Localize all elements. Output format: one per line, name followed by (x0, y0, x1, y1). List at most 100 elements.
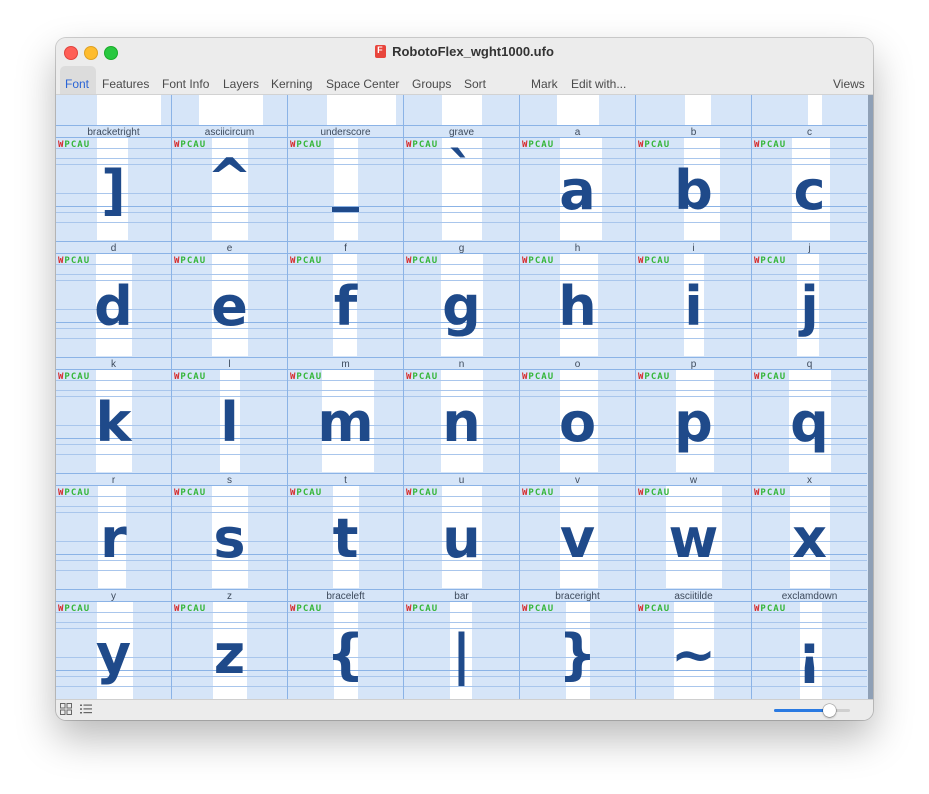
tab-space-center[interactable]: Space Center (326, 77, 399, 91)
glyph-cell-z[interactable]: z WPCAU z (172, 589, 287, 700)
mark-button[interactable]: Mark (531, 77, 558, 91)
glyph-preview-area: WPCAU y (56, 602, 171, 700)
glyph-cell-f[interactable]: f WPCAU f (288, 241, 403, 356)
metric-line (172, 222, 287, 223)
tab-features[interactable]: Features (102, 77, 149, 91)
flag-u: U (779, 604, 787, 614)
glyph-cell-r[interactable]: r WPCAU r (56, 473, 171, 588)
glyph-preview-area: WPCAU s (172, 486, 287, 588)
glyph-name-label: bracketright (56, 125, 171, 138)
glyph-cell-o[interactable]: o WPCAU o (520, 357, 635, 472)
glyph-cell-a[interactable]: a WPCAU a (520, 125, 635, 240)
glyph-cell-d[interactable]: d WPCAU d (56, 241, 171, 356)
glyph-cell-bar[interactable]: bar WPCAU | (404, 589, 519, 700)
glyph-name-label: u (404, 473, 519, 486)
tab-font-info[interactable]: Font Info (162, 77, 209, 91)
glyph-preview-area: WPCAU { (288, 602, 403, 700)
glyph-preview-s: s (213, 507, 246, 570)
views-button[interactable]: Views (833, 77, 865, 91)
zoom-slider[interactable] (774, 704, 850, 717)
edit-with-button[interactable]: Edit with... (571, 77, 626, 91)
grid-icon[interactable] (60, 703, 72, 715)
glyph-cell-e[interactable]: e WPCAU e (172, 241, 287, 356)
ufo-document-icon (375, 45, 387, 58)
glyph-cell-g[interactable]: g WPCAU g (404, 241, 519, 356)
glyph-cell-i[interactable]: i WPCAU i (636, 241, 751, 356)
glyph-preview-area: WPCAU r (56, 486, 171, 588)
glyph-status-flags: WPCAU (638, 604, 670, 614)
glyph-preview-area: WPCAU b (636, 138, 751, 240)
glyph-name-label: p (636, 357, 751, 370)
glyph-advance-partial (557, 95, 599, 125)
glyph-status-flags: WPCAU (754, 256, 786, 266)
glyph-cell-bracketright[interactable]: bracketright WPCAU] (56, 125, 171, 240)
glyph-cell-asciitilde[interactable]: asciitilde WPCAU ~ (636, 589, 751, 700)
glyph-cell-l[interactable]: l WPCAU l (172, 357, 287, 472)
glyph-name-label: asciitilde (636, 589, 751, 602)
glyph-name-label: l (172, 357, 287, 370)
glyph-cell-braceright[interactable]: braceright WPCAU} (520, 589, 635, 700)
glyph-cell-p[interactable]: p WPCAU p (636, 357, 751, 472)
glyph-cell-y[interactable]: y WPCAU y (56, 589, 171, 700)
glyph-preview-j: j (800, 275, 819, 338)
glyph-cell-v[interactable]: v WPCAU v (520, 473, 635, 588)
glyph-preview-area: WPCAU] (56, 138, 171, 240)
glyph-preview-area: WPCAU ^ (172, 138, 287, 240)
vertical-scrollbar[interactable] (868, 95, 873, 700)
list-icon[interactable] (80, 703, 92, 715)
glyph-preview-m: m (317, 391, 374, 454)
tab-groups[interactable]: Groups (412, 77, 451, 91)
glyph-preview-bar: | (451, 623, 472, 686)
glyph-cell-h[interactable]: h WPCAU h (520, 241, 635, 356)
glyph-cell-t[interactable]: t WPCAU t (288, 473, 403, 588)
glyph-status-flags: WPCAU (522, 140, 554, 150)
sort-button[interactable]: Sort (464, 77, 486, 91)
flag-u: U (199, 488, 207, 498)
glyph-name-label: asciicircum (172, 125, 287, 138)
flag-u: U (663, 488, 671, 498)
glyph-cell-m[interactable]: m WPCAU m (288, 357, 403, 472)
glyph-status-flags: WPCAU (58, 140, 90, 150)
glyph-cell-w[interactable]: w WPCAU w (636, 473, 751, 588)
glyph-cell-k[interactable]: k WPCAU k (56, 357, 171, 472)
glyph-status-flags: WPCAU (522, 604, 554, 614)
glyph-status-flags: WPCAU (58, 604, 90, 614)
glyph-status-flags: WPCAU (638, 140, 670, 150)
glyph-cell-x[interactable]: x WPCAU x (752, 473, 867, 588)
tab-layers[interactable]: Layers (223, 77, 259, 91)
glyph-grid[interactable]: bracketright WPCAU] asciicircum WPCAU ^ under… (56, 95, 868, 700)
flag-u: U (315, 488, 323, 498)
glyph-cell-braceleft[interactable]: braceleft WPCAU { (288, 589, 403, 700)
title-bar: RobotoFlex_wght1000.ufo Font Features Fo… (56, 38, 873, 95)
glyph-cell-q[interactable]: q WPCAU q (752, 357, 867, 472)
glyph-preview-area: WPCAU k (56, 370, 171, 472)
glyph-cell-n[interactable]: n WPCAU n (404, 357, 519, 472)
glyph-name-label: z (172, 589, 287, 602)
tab-font[interactable]: Font (65, 77, 89, 91)
glyph-cell-c[interactable]: c WPCAU c (752, 125, 867, 240)
status-bar (56, 699, 873, 720)
flag-u: U (779, 140, 787, 150)
zoom-slider-fill (774, 709, 829, 712)
glyph-cell-u[interactable]: u WPCAU u (404, 473, 519, 588)
glyph-cell-exclamdown[interactable]: exclamdown WPCAU ¡ (752, 589, 867, 700)
glyph-preview-area: WPCAU v (520, 486, 635, 588)
glyph-name-label: s (172, 473, 287, 486)
glyph-preview-area: WPCAU f (288, 254, 403, 356)
glyph-cell-s[interactable]: s WPCAU s (172, 473, 287, 588)
glyph-cell-underscore[interactable]: underscore WPCAU _ (288, 125, 403, 240)
glyph-preview-area: WPCAU u (404, 486, 519, 588)
flag-u: U (315, 604, 323, 614)
glyph-preview-x: x (792, 507, 827, 570)
tab-kerning[interactable]: Kerning (271, 77, 312, 91)
zoom-slider-thumb[interactable] (822, 704, 836, 717)
glyph-cell-j[interactable]: j WPCAU j (752, 241, 867, 356)
glyph-preview-area: WPCAU p (636, 370, 751, 472)
glyph-name-label: v (520, 473, 635, 486)
glyph-status-flags: WPCAU (290, 488, 322, 498)
glyph-cell-asciicircum[interactable]: asciicircum WPCAU ^ (172, 125, 287, 240)
glyph-cell-b[interactable]: b WPCAU b (636, 125, 751, 240)
glyph-preview-area: WPCAU n (404, 370, 519, 472)
glyph-cell-grave[interactable]: grave WPCAU ` (404, 125, 519, 240)
glyph-preview-q: q (790, 391, 829, 454)
